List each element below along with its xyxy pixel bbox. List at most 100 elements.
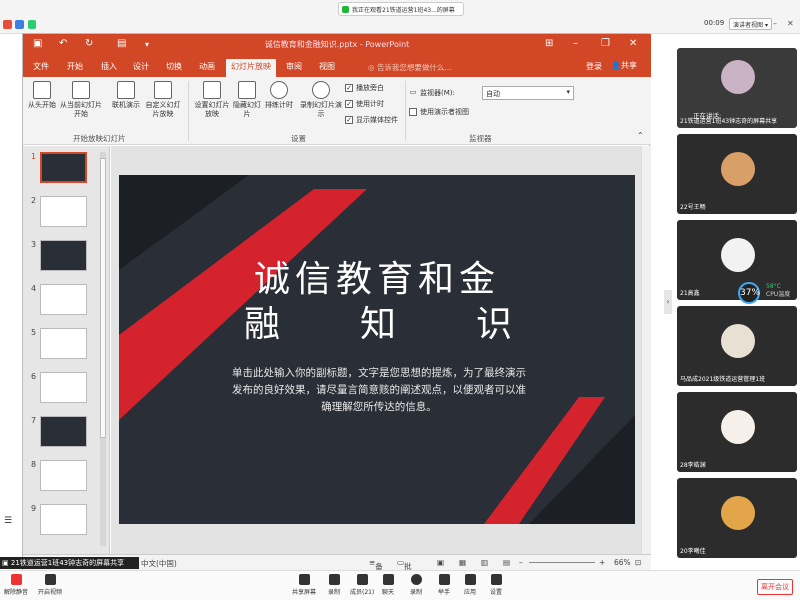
participant-name: 21铁道运营1班43钟志奇的屏幕共享 — [680, 118, 778, 125]
from-current-button[interactable]: 从当前幻灯片开始 — [59, 81, 103, 119]
zoom-in-icon[interactable]: + — [599, 558, 605, 567]
hide-slide-label: 隐藏幻灯片 — [233, 101, 261, 118]
checkbox-checked-icon: ✓ — [345, 100, 353, 108]
sorter-view-icon[interactable]: ▦ — [459, 558, 466, 567]
setup-show-button[interactable]: 设置幻灯片放映 — [193, 81, 231, 119]
list-icon[interactable]: ☰ — [4, 516, 12, 526]
hand-icon — [438, 574, 450, 585]
online-present-button[interactable]: 联机演示 — [109, 81, 143, 110]
login-button[interactable]: 登录 — [586, 61, 602, 72]
participant-name: 28李皓渊 — [680, 462, 706, 469]
tab-file[interactable]: 文件 — [33, 61, 49, 72]
participant-tile[interactable]: 正在讲话: 21铁道运营1班43钟志奇的屏幕共享 — [677, 48, 797, 128]
record-label: 录制幻灯片演示 — [300, 101, 342, 118]
minimize-icon[interactable]: – — [773, 19, 777, 28]
title-char: 识 — [475, 304, 512, 345]
sharer-text: 21铁道运营1班43钟志奇的屏幕共享 — [10, 559, 125, 567]
close-icon[interactable]: ✕ — [787, 19, 794, 28]
editor-scrollbar[interactable] — [641, 146, 651, 554]
tab-home[interactable]: 开始 — [67, 61, 83, 72]
use-timings-checkbox[interactable]: ✓ 使用计时 — [345, 99, 384, 109]
share-screen-button[interactable]: 共享屏幕 — [292, 574, 316, 596]
lightbulb-icon: ◎ — [368, 63, 377, 72]
tell-me-search[interactable]: ◎ 告诉我您想要做什么... — [368, 62, 452, 73]
slide-thumb-5[interactable] — [40, 328, 87, 359]
current-slide[interactable]: 诚信教育和金 融 知 识 单击此处输入你的副标题，文字是您思想的提炼，为了最终演… — [119, 175, 635, 524]
slide-thumb-2[interactable] — [40, 196, 87, 227]
share-button[interactable]: 👤共享 — [611, 60, 637, 71]
collapse-panel-button[interactable]: › — [664, 290, 672, 314]
slide-decoration — [119, 175, 635, 524]
tab-view[interactable]: 视图 — [319, 61, 335, 72]
setup-show-icon — [203, 81, 221, 99]
collapse-ribbon-icon[interactable]: ⌃ — [637, 131, 644, 140]
play-narrations-checkbox[interactable]: ✓ 播放旁白 — [345, 83, 384, 93]
monitor-select[interactable]: 自动 ▾ — [482, 86, 574, 100]
leave-meeting-button[interactable]: 离开会议 — [757, 579, 793, 595]
hide-slide-button[interactable]: 隐藏幻灯片 — [233, 81, 261, 119]
apps-button[interactable]: 应用 — [464, 574, 476, 596]
minimize-icon[interactable]: – — [573, 38, 578, 49]
members-button[interactable]: 成员(21) — [350, 574, 374, 596]
participant-tile[interactable]: 马品成2021级铁道运营管理1班 — [677, 306, 797, 386]
video-button[interactable]: 开启视频 — [38, 574, 62, 596]
tab-review[interactable]: 审阅 — [286, 61, 302, 72]
from-start-button[interactable]: 从头开始 — [27, 81, 57, 110]
slide-thumb-9[interactable] — [40, 504, 87, 535]
tab-slideshow[interactable]: 幻灯片放映 — [226, 59, 276, 77]
slide-thumb-4[interactable] — [40, 284, 87, 315]
tab-insert[interactable]: 插入 — [101, 61, 117, 72]
slide-thumb-7[interactable] — [40, 416, 87, 447]
fit-window-icon[interactable]: ⊡ — [635, 558, 641, 567]
participant-name: 马品成2021级铁道运营管理1班 — [680, 376, 766, 383]
avatar — [721, 324, 755, 358]
raise-hand-label: 举手 — [438, 589, 451, 596]
cpu-temp-readout: 58°C CPU温度 — [766, 283, 790, 299]
participant-tile[interactable]: 22号王畅 — [677, 134, 797, 214]
normal-view-icon[interactable]: ▣ — [437, 558, 444, 567]
presenter-view-checkbox[interactable]: 使用演示者视图 — [409, 107, 469, 117]
notes-button[interactable]: ≡ 备注 — [369, 558, 383, 582]
participant-tile[interactable]: 20李曦佳 — [677, 478, 797, 558]
maximize-icon[interactable]: ❐ — [601, 38, 610, 49]
chat-button[interactable]: 聊天 — [382, 574, 394, 596]
rehearse-timings-button[interactable]: 排练计时 — [263, 81, 295, 110]
comments-button[interactable]: ▭ 批注 — [397, 558, 412, 582]
slide-thumb-8[interactable] — [40, 460, 87, 491]
setup-show-label: 设置幻灯片放映 — [194, 101, 230, 118]
meeting-timer: 00:09 — [704, 19, 725, 27]
thumbnail-scrollbar[interactable] — [100, 152, 106, 546]
show-media-controls-checkbox[interactable]: ✓ 显示媒体控件 — [345, 115, 398, 125]
app-window: 我正在观看21铁道运营1班43...的屏幕 00:09 演讲者视图 ▾ – ✕ … — [0, 0, 800, 600]
mute-button[interactable]: 解除静音 — [4, 574, 28, 596]
close-icon[interactable]: ✕ — [629, 38, 637, 49]
slide-number: 9 — [31, 504, 37, 513]
share-label: 共享 — [620, 61, 637, 70]
record-button[interactable]: 录制 — [328, 574, 340, 596]
shield-icon[interactable] — [15, 20, 24, 29]
raise-hand-button[interactable]: 举手 — [438, 574, 450, 596]
settings-button[interactable]: 设置 — [490, 574, 502, 596]
chat-label: 聊天 — [382, 589, 395, 596]
zoom-out-icon[interactable]: – — [519, 558, 523, 567]
custom-show-button[interactable]: 自定义幻灯片放映 — [143, 81, 183, 119]
tab-animations[interactable]: 动画 — [199, 61, 215, 72]
tab-design[interactable]: 设计 — [133, 61, 149, 72]
record2-button[interactable]: 录制 — [410, 574, 422, 596]
tab-transitions[interactable]: 切换 — [166, 61, 182, 72]
share-banner[interactable]: 我正在观看21铁道运营1班43...的屏幕 — [338, 2, 464, 16]
ribbon-options-icon[interactable]: ⊞ — [545, 38, 553, 49]
slideshow-view-icon[interactable]: ▤ — [503, 558, 510, 567]
record-show-button[interactable]: 录制幻灯片演示 — [299, 81, 343, 119]
reading-view-icon[interactable]: ▥ — [481, 558, 488, 567]
slide-thumb-1[interactable] — [40, 152, 87, 183]
scrollbar-thumb[interactable] — [100, 158, 106, 438]
presenter-view-button[interactable]: 演讲者视图 ▾ — [729, 18, 772, 30]
slide-thumb-3[interactable] — [40, 240, 87, 271]
zoom-slider[interactable] — [529, 562, 595, 563]
participant-tile[interactable]: 28李皓渊 — [677, 392, 797, 472]
mute-label: 解除静音 — [4, 589, 29, 596]
slide-thumb-6[interactable] — [40, 372, 87, 403]
stopwatch-icon — [270, 81, 288, 99]
avatar — [721, 238, 755, 272]
